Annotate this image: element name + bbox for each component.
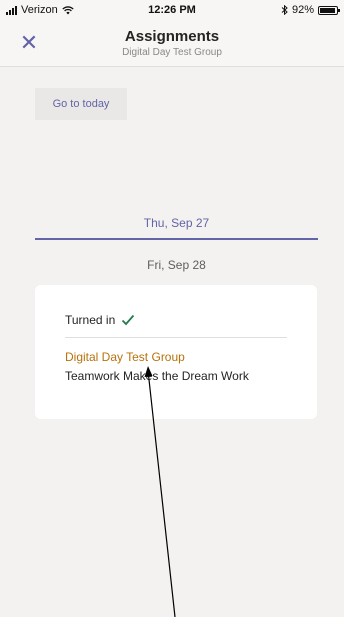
bluetooth-icon: [281, 5, 288, 15]
battery-icon: [318, 5, 340, 15]
status-bar-right: 92%: [281, 4, 340, 16]
app-header: ✕ Assignments Digital Day Test Group: [0, 20, 344, 67]
status-bar: Verizon 12:26 PM 92%: [0, 0, 344, 20]
assignment-title: Teamwork Makes the Dream Work: [65, 369, 249, 383]
go-to-today-button[interactable]: Go to today: [35, 88, 127, 120]
date-selected-tab[interactable]: Thu, Sep 27: [35, 216, 318, 240]
assignment-status: Turned in: [65, 313, 135, 327]
card-divider: [65, 337, 287, 338]
battery-level: [320, 7, 335, 13]
status-label: Turned in: [65, 313, 116, 327]
date-heading: Fri, Sep 28: [147, 258, 206, 272]
checkmark-icon: [122, 314, 135, 326]
assignment-card[interactable]: Turned in Digital Day Test Group Teamwor…: [35, 285, 317, 419]
page-title: Assignments: [124, 28, 220, 45]
page-subtitle: Digital Day Test Group: [122, 47, 222, 58]
class-name-link[interactable]: Digital Day Test Group: [65, 350, 185, 364]
battery-percent: 92%: [291, 4, 314, 16]
